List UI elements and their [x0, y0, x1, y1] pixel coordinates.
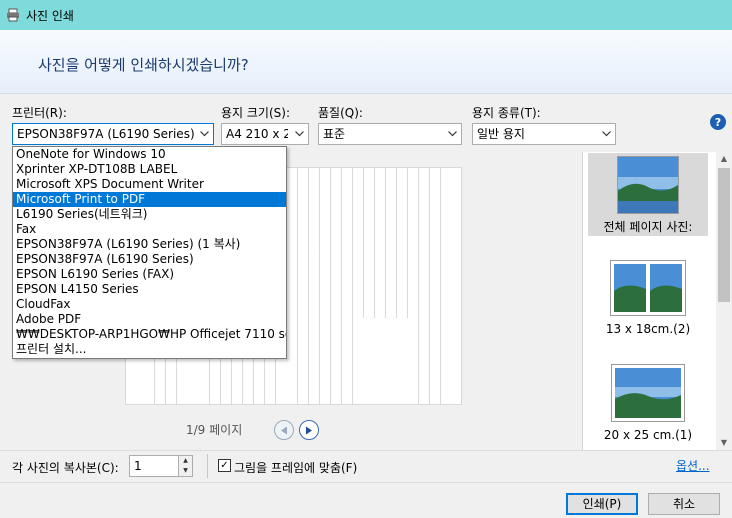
help-icon[interactable]: ?	[710, 114, 726, 130]
fit-to-frame-label: 그림을 프레임에 맞춤(F)	[234, 461, 358, 475]
quality-select[interactable]: 표준	[318, 123, 462, 145]
printer-option[interactable]: Fax	[13, 222, 286, 237]
printer-option[interactable]: Microsoft Print to PDF	[13, 192, 286, 207]
scroll-down-icon[interactable]: ▼	[716, 436, 732, 450]
landscape-thumbnail	[611, 364, 685, 422]
previous-page-button[interactable]	[274, 420, 294, 440]
printer-option[interactable]: EPSON38F97A (L6190 Series)	[13, 252, 286, 267]
quality-select-value: 표준	[323, 127, 346, 141]
cancel-button[interactable]: 취소	[648, 493, 720, 515]
quality-label: 품질(Q):	[318, 106, 363, 120]
chevron-down-icon	[443, 124, 461, 144]
printer-label: 프린터(R):	[12, 106, 67, 120]
title-bar: 사진 인쇄	[0, 0, 732, 30]
options-link[interactable]: 옵션...	[676, 457, 710, 474]
page-indicator: 1/9 페이지	[186, 423, 243, 437]
spin-down-icon[interactable]: ▼	[179, 466, 192, 476]
layout-label: 전체 페이지 사진:	[603, 220, 693, 234]
printer-option[interactable]: EPSON L6190 Series (FAX)	[13, 267, 286, 282]
printer-app-icon	[6, 8, 20, 22]
paper-size-select-value: A4 210 x 29	[226, 127, 288, 141]
triangle-right-icon	[306, 426, 312, 434]
landscape-thumbnail	[617, 156, 679, 214]
printer-option[interactable]: EPSON L4150 Series	[13, 282, 286, 297]
printer-option[interactable]: EPSON38F97A (L6190 Series) (1 복사)	[13, 237, 286, 252]
scrollbar-thumb[interactable]	[718, 168, 730, 302]
printer-select-value: EPSON38F97A (L6190 Series) (1	[17, 127, 197, 141]
paper-size-label: 용지 크기(S):	[221, 106, 290, 120]
separator	[0, 482, 732, 483]
copies-value: 1	[134, 459, 142, 473]
printer-option[interactable]: OneNote for Windows 10	[13, 147, 286, 162]
chevron-down-icon	[597, 124, 615, 144]
fit-to-frame-checkbox[interactable]: ✓	[218, 459, 231, 472]
printer-option[interactable]: CloudFax	[13, 297, 286, 312]
triangle-left-icon	[281, 426, 287, 434]
printer-option[interactable]: 프린터 설치...	[13, 342, 286, 357]
printer-option[interactable]: Adobe PDF	[13, 312, 286, 327]
layout-scrollbar[interactable]: ▲ ▼	[716, 152, 732, 450]
divider	[207, 454, 208, 478]
scroll-up-icon[interactable]: ▲	[716, 152, 732, 166]
print-button[interactable]: 인쇄(P)	[566, 493, 638, 515]
chevron-down-icon	[195, 124, 213, 144]
chevron-down-icon	[290, 124, 308, 144]
printer-dropdown-list[interactable]: OneNote for Windows 10 Xprinter XP-DT108B…	[12, 146, 287, 359]
layout-label: 13 x 18cm.(2)	[605, 322, 691, 336]
paper-size-select[interactable]: A4 210 x 29	[221, 123, 309, 145]
header-question: 사진을 어떻게 인쇄하시겠습니까?	[38, 56, 249, 74]
copies-spinner[interactable]: 1 ▲ ▼	[129, 455, 193, 477]
spin-up-icon[interactable]: ▲	[179, 456, 192, 466]
next-page-button[interactable]	[299, 420, 319, 440]
layout-20x25[interactable]: 20 x 25 cm.(1)	[588, 364, 708, 446]
paper-type-select[interactable]: 일반 용지	[472, 123, 616, 145]
printer-option[interactable]: Microsoft XPS Document Writer	[13, 177, 286, 192]
printer-option[interactable]: ₩₩DESKTOP-ARP1HGO₩HP Officejet 7110 seri…	[13, 327, 286, 342]
paper-type-label: 용지 종류(T):	[472, 106, 541, 120]
printer-option[interactable]: L6190 Series(네트워크)	[13, 207, 286, 222]
printer-option[interactable]: Xprinter XP-DT108B LABEL	[13, 162, 286, 177]
paper-type-select-value: 일반 용지	[477, 127, 525, 141]
layout-full-page[interactable]: 전체 페이지 사진:	[588, 153, 708, 236]
copies-label: 각 사진의 복사본(C):	[12, 461, 119, 475]
layout-13x18[interactable]: 13 x 18cm.(2)	[588, 260, 708, 342]
window-title: 사진 인쇄	[26, 8, 74, 23]
printer-select[interactable]: EPSON38F97A (L6190 Series) (1	[12, 123, 214, 145]
dialog-header: 사진을 어떻게 인쇄하시겠습니까?	[0, 30, 732, 94]
layout-label: 20 x 25 cm.(1)	[603, 428, 693, 442]
two-photo-thumbnail	[610, 260, 686, 316]
